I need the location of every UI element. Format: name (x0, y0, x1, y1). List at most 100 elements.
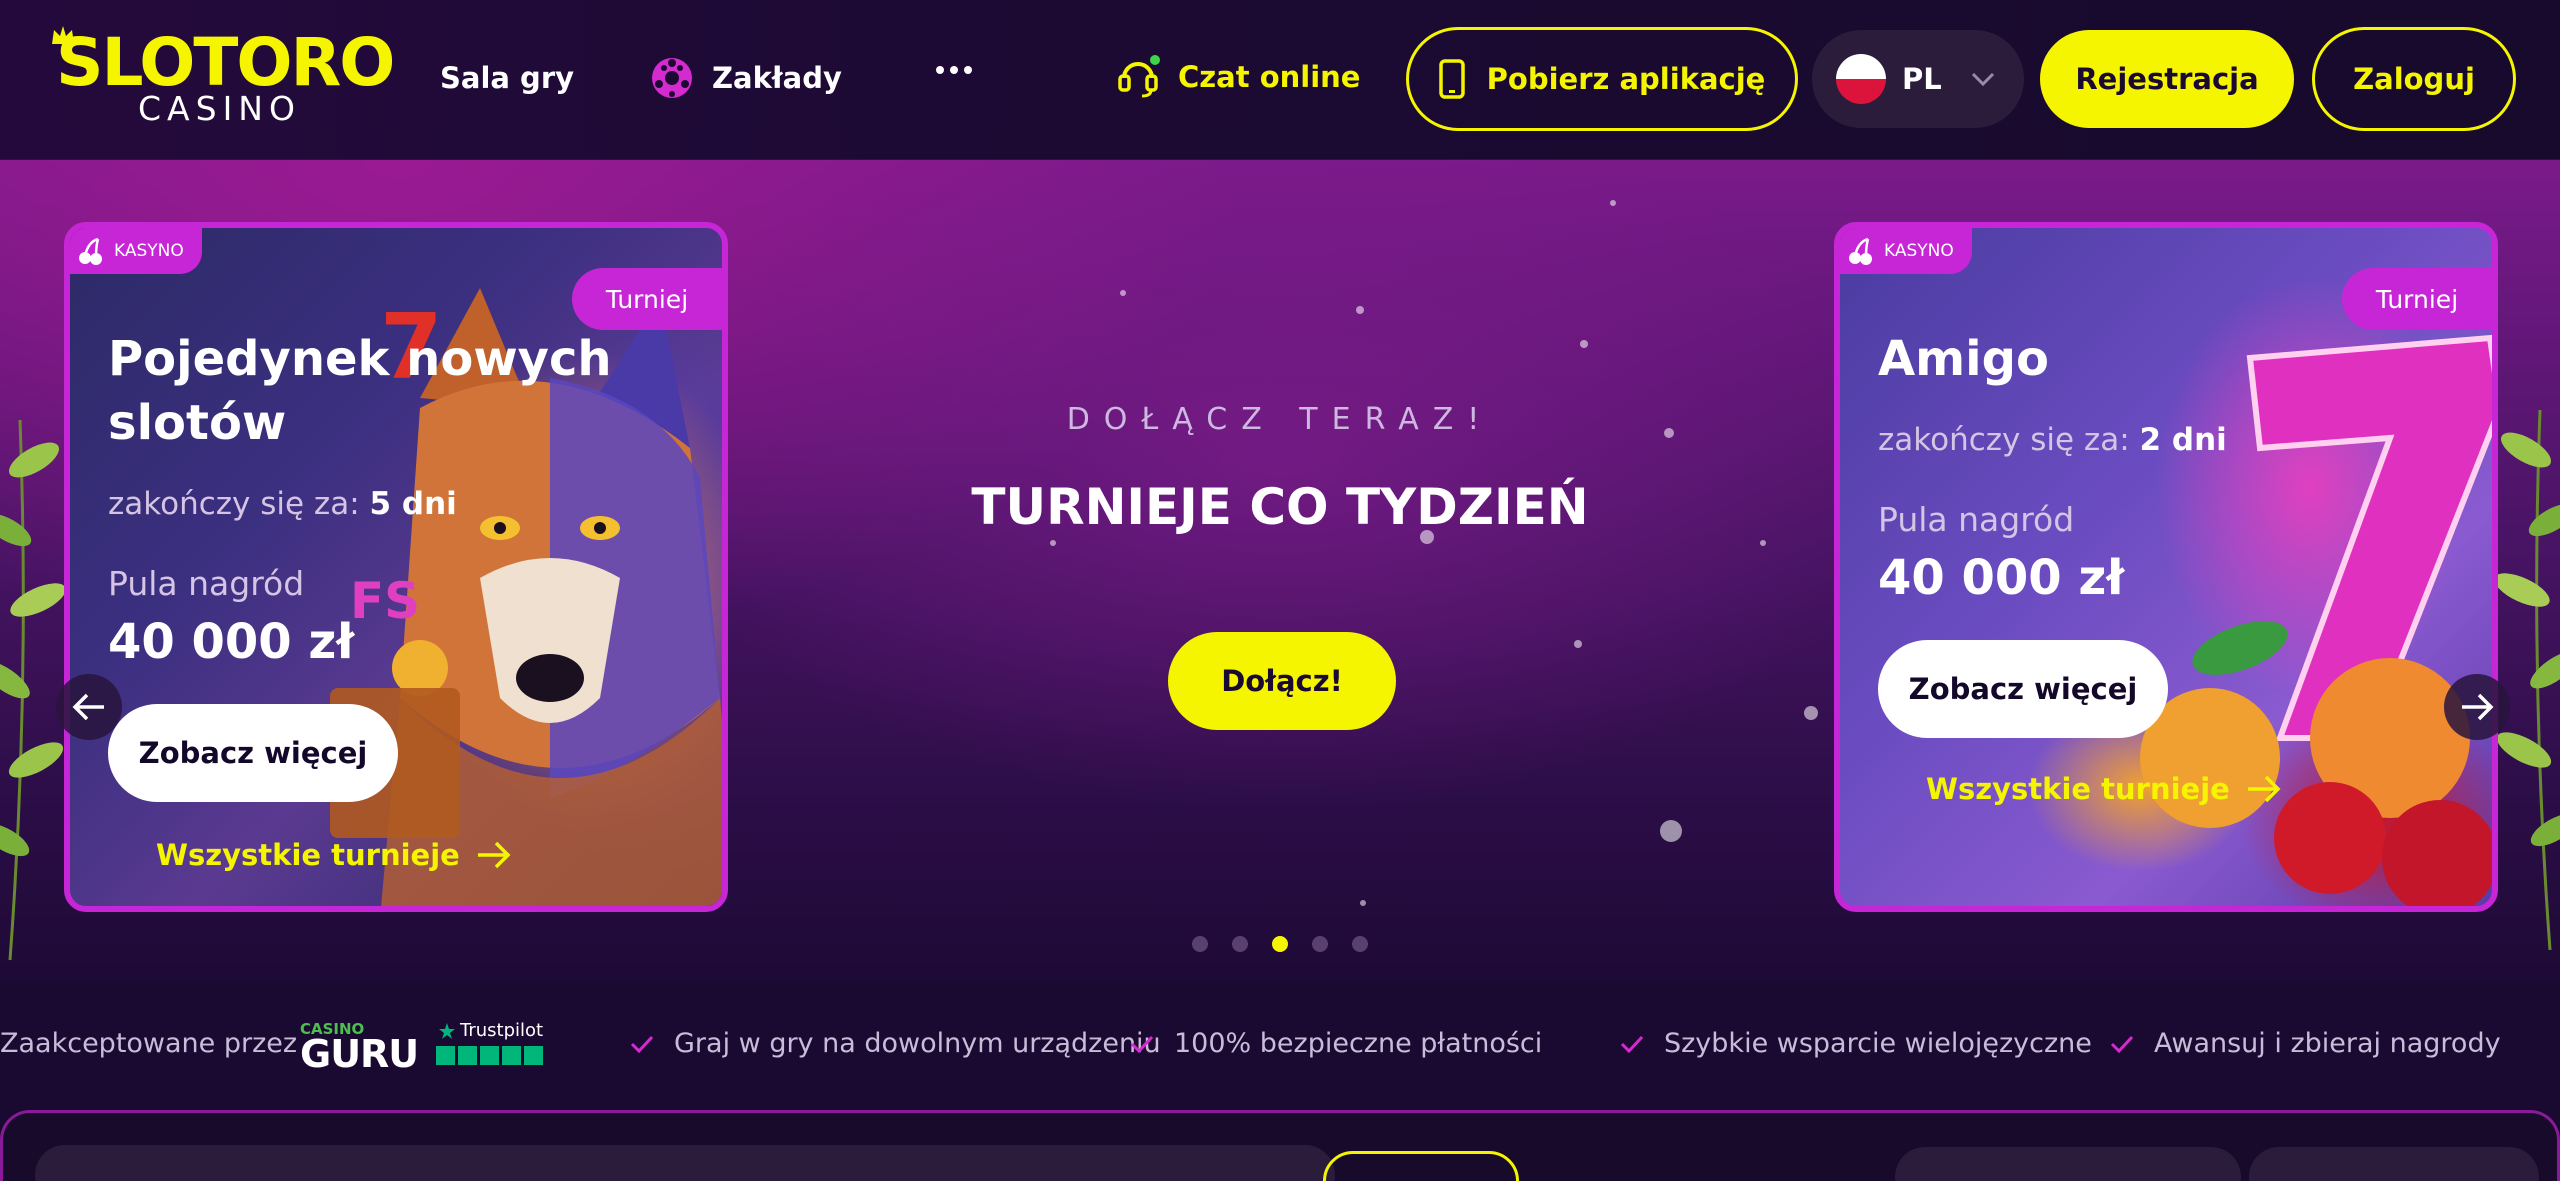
join-button[interactable]: Dołącz! (1168, 632, 1396, 730)
login-button[interactable]: Zaloguj (2312, 27, 2516, 131)
arrow-right-icon (2462, 693, 2494, 721)
feature-label: Szybkie wsparcie wielojęzyczne (1664, 1028, 2092, 1059)
all-tournaments-link[interactable]: Wszystkie turnieje (1926, 772, 2282, 806)
brand-logo[interactable]: SLOTORO CASINO (50, 24, 395, 128)
card-ends-value: 5 dni (369, 486, 457, 522)
soccer-ball-icon (652, 58, 692, 98)
tournament-badge: Turniej (2342, 268, 2492, 330)
sparkle (1610, 200, 1616, 206)
card-ends-label: zakończy się za: (108, 486, 360, 522)
sparkle (1120, 290, 1126, 296)
hero-carousel: 7 FS KASYNO Turniej Pojedynek nowych slo… (0, 160, 2560, 980)
nav-zaklady-label: Zakłady (712, 60, 842, 95)
check-icon (630, 1035, 654, 1053)
language-selector[interactable]: PL (1812, 30, 2024, 128)
svg-text:FS: FS (350, 572, 420, 630)
check-icon (2110, 1035, 2134, 1053)
category-pill[interactable] (1895, 1147, 2241, 1181)
headset-icon (1118, 55, 1160, 98)
cherry-icon (79, 237, 102, 265)
tournament-card[interactable]: 7 FS KASYNO Turniej Pojedynek nowych slo… (64, 222, 728, 912)
sparkle (1356, 306, 1364, 314)
sparkle (1580, 340, 1588, 348)
sparkle (1050, 540, 1056, 546)
card-title: Pojedynek nowych slotów (108, 331, 612, 451)
casino-guru-big: GURU (300, 1032, 419, 1076)
carousel-dot-active[interactable] (1272, 936, 1288, 952)
chat-online-label: Czat online (1178, 60, 1361, 94)
all-tournaments-label: Wszystkie turnieje (1926, 772, 2230, 806)
category-tag-label: KASYNO (114, 241, 184, 261)
chat-online-link[interactable]: Czat online (1116, 54, 1360, 100)
carousel-next-button[interactable] (2444, 674, 2510, 740)
check-icon (1130, 1035, 1154, 1053)
category-tag-label: KASYNO (1884, 241, 1954, 261)
trustpilot-logo[interactable]: Trustpilot (436, 1020, 546, 1072)
all-tournaments-link[interactable]: Wszystkie turnieje (156, 838, 512, 872)
poland-flag-icon (1836, 54, 1886, 104)
trust-bar: Zaakceptowane przez CASINO GURU Trustpil… (0, 1010, 2560, 1080)
nav-sala-gry[interactable]: Sala gry (440, 64, 574, 93)
nav-zaklady[interactable]: Zakłady (650, 56, 842, 100)
card-ends-in: zakończy się za: 5 dni (108, 486, 457, 522)
card-ends-in: zakończy się za: 2 dni (1878, 422, 2227, 458)
arrow-left-icon (72, 693, 104, 721)
phone-icon (1438, 59, 1465, 99)
site-header: SLOTORO CASINO Sala gry Zakłady Czat onl… (0, 0, 2560, 160)
feature-label: 100% bezpieczne płatności (1174, 1028, 1543, 1059)
casino-guru-logo[interactable]: CASINO GURU (296, 1020, 419, 1076)
card-pool-label: Pula nagród (108, 564, 305, 603)
filter-button[interactable] (1323, 1151, 1519, 1181)
sparkle (1804, 706, 1818, 720)
feature-item: 100% bezpieczne płatności (1130, 1028, 1542, 1059)
more-dots-icon[interactable] (936, 66, 972, 78)
trustpilot-name: Trustpilot (438, 1020, 543, 1041)
feature-label: Awansuj i zbieraj nagrody (2154, 1028, 2501, 1059)
all-tournaments-label: Wszystkie turnieje (156, 838, 460, 872)
download-app-button[interactable]: Pobierz aplikację (1406, 27, 1798, 131)
accepted-by-label: Zaakceptowane przez (0, 1028, 298, 1059)
cherry-icon (1849, 237, 1872, 265)
category-tag: KASYNO (70, 228, 202, 274)
sparkle (1760, 540, 1766, 546)
slot-seven-artwork (2140, 334, 2492, 906)
logo-sub-text: CASINO (138, 89, 301, 128)
card-ends-value: 2 dni (2139, 422, 2227, 458)
chevron-down-icon (1971, 72, 1994, 87)
trustpilot-star-icon (439, 1022, 455, 1039)
sparkle (1574, 640, 1582, 648)
feature-item: Graj w gry na dowolnym urządzeniu (630, 1028, 1161, 1059)
feature-item: Szybkie wsparcie wielojęzyczne (1620, 1028, 2092, 1059)
hero-kicker: DOŁĄCZ TERAZ! (1066, 402, 1494, 437)
register-button[interactable]: Rejestracja (2040, 30, 2294, 128)
card-pool-label: Pula nagród (1878, 500, 2075, 539)
logo-brand-text: SLOTORO (56, 24, 395, 101)
feature-item: Awansuj i zbieraj nagrody (2110, 1028, 2501, 1059)
category-tag: KASYNO (1840, 228, 1972, 274)
carousel-prev-button[interactable] (56, 674, 122, 740)
category-pill[interactable] (2249, 1147, 2539, 1181)
carousel-pagination (1192, 936, 1368, 952)
card-pool-value: 40 000 zł (108, 614, 355, 670)
sparkle (1660, 820, 1682, 842)
games-panel (0, 1110, 2560, 1181)
download-app-label: Pobierz aplikację (1486, 62, 1766, 96)
check-icon (1620, 1035, 1644, 1053)
arrow-right-icon (2247, 775, 2281, 803)
carousel-dot[interactable] (1232, 936, 1248, 952)
carousel-dot[interactable] (1312, 936, 1328, 952)
trustpilot-stars (436, 1046, 543, 1065)
carousel-dot[interactable] (1352, 936, 1368, 952)
search-input[interactable] (35, 1145, 1335, 1181)
see-more-button[interactable]: Zobacz więcej (108, 704, 398, 802)
trustpilot-label: Trustpilot (460, 1020, 544, 1041)
tournament-card[interactable]: KASYNO Turniej Amigo zakończy się za: 2 … (1834, 222, 2498, 912)
feature-label: Graj w gry na dowolnym urządzeniu (674, 1028, 1161, 1059)
card-ends-label: zakończy się za: (1878, 422, 2130, 458)
arrow-right-icon (477, 841, 511, 869)
carousel-dot[interactable] (1192, 936, 1208, 952)
card-pool-value: 40 000 zł (1878, 550, 2125, 606)
see-more-button[interactable]: Zobacz więcej (1878, 640, 2168, 738)
leaf-decoration-icon (2494, 410, 2560, 950)
sparkle (1360, 900, 1366, 906)
